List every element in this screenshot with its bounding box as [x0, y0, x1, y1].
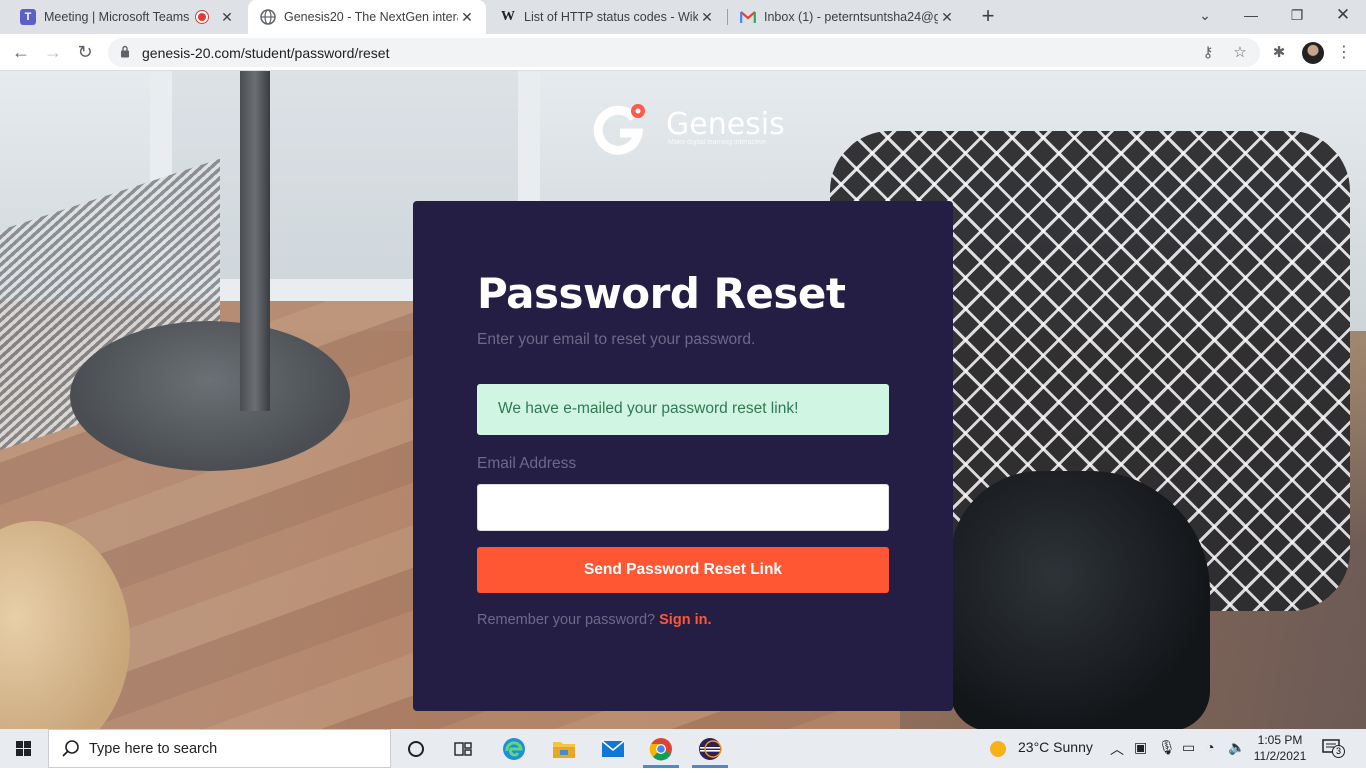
tab-genesis20[interactable]: Genesis20 - The NextGen interac ✕ [248, 0, 486, 34]
tab-title: Meeting | Microsoft Teams [44, 10, 190, 24]
back-button[interactable]: ← [8, 40, 34, 66]
reload-button[interactable]: ↻ [72, 40, 98, 66]
system-clock[interactable]: 1:05 PM 11/2/2021 [1252, 732, 1308, 764]
remember-prompt: Remember your password? [477, 612, 656, 628]
globe-icon [260, 9, 276, 25]
logo-wordmark: Genesis [666, 107, 785, 142]
background-backpack [950, 471, 1210, 729]
page-content: Genesis Make digital learning interactiv… [0, 71, 1366, 729]
profile-avatar[interactable] [1302, 42, 1324, 64]
lock-icon[interactable] [120, 45, 130, 58]
browser-tab-bar: T Meeting | Microsoft Teams ✕ Genesis20 … [0, 0, 1366, 34]
notification-count-badge: 3 [1332, 745, 1345, 758]
tab-search-icon[interactable]: ⌄ [1190, 4, 1220, 28]
success-alert: We have e-mailed your password reset lin… [477, 384, 889, 435]
battery-icon[interactable]: ▭ [1182, 739, 1195, 756]
close-tab-icon[interactable]: ✕ [698, 9, 716, 26]
cortana-icon[interactable] [398, 733, 434, 764]
address-bar[interactable]: genesis-20.com/student/password/reset ⚷ … [108, 38, 1260, 67]
close-tab-icon[interactable]: ✕ [938, 9, 956, 26]
background-lamp-base [70, 321, 350, 471]
remember-password-text: Remember your password? Sign in. [477, 612, 712, 628]
bookmark-star-icon[interactable]: ☆ [1230, 43, 1250, 63]
close-window-button[interactable]: ✕ [1328, 4, 1358, 28]
page-subtitle: Enter your email to reset your password. [477, 331, 756, 348]
tab-title: Genesis20 - The NextGen interac [284, 10, 458, 24]
email-field[interactable] [477, 484, 889, 531]
send-reset-link-button[interactable]: Send Password Reset Link [477, 547, 889, 593]
notifications-icon[interactable]: 3 [1322, 739, 1345, 758]
url-text[interactable]: genesis-20.com/student/password/reset [142, 45, 389, 61]
background-lamp-pole [240, 71, 270, 411]
forward-button[interactable]: → [40, 40, 66, 66]
key-icon[interactable]: ⚷ [1198, 43, 1218, 63]
tab-title: List of HTTP status codes - Wikip [524, 10, 698, 24]
wikipedia-icon: W [501, 9, 515, 24]
microphone-icon[interactable]: 🎙 [1158, 739, 1176, 756]
recording-icon [196, 11, 208, 23]
tab-gmail-inbox[interactable]: Inbox (1) - peterntsuntsha24@gr ✕ [728, 0, 966, 34]
file-explorer-icon[interactable] [546, 733, 582, 764]
page-title: Password Reset [477, 269, 846, 318]
search-placeholder: Type here to search [89, 741, 218, 757]
restore-button[interactable]: ❐ [1282, 4, 1312, 28]
tab-wikipedia[interactable]: W List of HTTP status codes - Wikip ✕ [488, 0, 726, 34]
windows-logo-icon [16, 741, 31, 756]
start-button[interactable] [0, 729, 48, 768]
show-hidden-icons-icon[interactable]: ︿ [1110, 739, 1124, 759]
genesis-logo[interactable]: Genesis Make digital learning interactiv… [590, 97, 790, 157]
email-label: Email Address [477, 455, 577, 472]
eclipse-ide-icon[interactable] [692, 733, 728, 768]
taskbar-search-box[interactable]: Type here to search [48, 729, 391, 768]
windows-taskbar: Type here to search 23°C Sunny ︿ ▣ 🎙 ▭ ◔… [0, 729, 1366, 768]
chrome-icon[interactable] [643, 733, 679, 768]
clock-time: 1:05 PM [1257, 733, 1303, 747]
logo-tagline: Make digital learning interactive [668, 139, 767, 146]
close-tab-icon[interactable]: ✕ [218, 9, 236, 26]
meet-now-icon[interactable]: ▣ [1134, 739, 1147, 756]
minimize-button[interactable]: ― [1236, 4, 1266, 28]
tab-title: Inbox (1) - peterntsuntsha24@gr [764, 10, 938, 24]
extensions-puzzle-icon[interactable]: ✱ [1268, 42, 1290, 64]
wifi-icon[interactable]: ◔ [1206, 739, 1214, 755]
teams-icon: T [20, 9, 36, 25]
sign-in-link[interactable]: Sign in. [659, 612, 711, 628]
gmail-icon [740, 9, 756, 25]
weather-sun-icon[interactable] [988, 739, 1008, 759]
search-icon [62, 740, 79, 757]
edge-browser-icon[interactable] [496, 733, 532, 764]
password-reset-card: Password Reset Enter your email to reset… [413, 201, 953, 711]
menu-kebab-icon[interactable]: ⋮ [1336, 42, 1352, 64]
genesis-g-icon [593, 104, 645, 155]
close-tab-icon[interactable]: ✕ [458, 9, 476, 26]
new-tab-button[interactable]: + [976, 5, 1000, 29]
weather-text[interactable]: 23°C Sunny [1018, 739, 1093, 755]
volume-icon[interactable]: 🔈 [1228, 739, 1245, 756]
mail-icon[interactable] [595, 733, 631, 764]
task-view-icon[interactable] [445, 733, 481, 764]
browser-toolbar: ← → ↻ genesis-20.com/student/password/re… [0, 34, 1366, 71]
tab-microsoft-teams[interactable]: T Meeting | Microsoft Teams ✕ [8, 0, 246, 34]
clock-date: 11/2/2021 [1253, 749, 1307, 763]
